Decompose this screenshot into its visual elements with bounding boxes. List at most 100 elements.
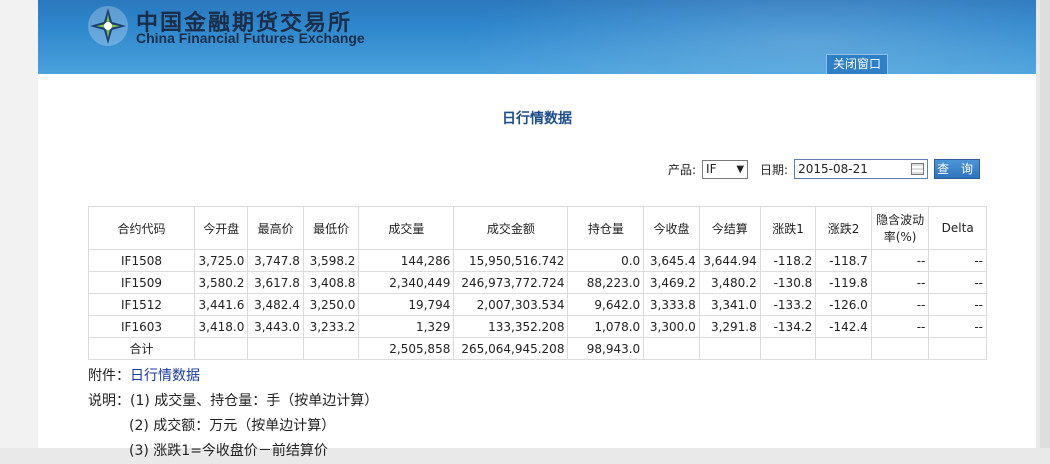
cell-delta: -- bbox=[928, 249, 987, 272]
cell-delta bbox=[928, 337, 987, 360]
cell-implied-vol: -- bbox=[870, 249, 930, 272]
cell-low: 3,598.2 bbox=[302, 249, 360, 272]
attachment-line: 附件：日行情数据 bbox=[88, 364, 378, 389]
cell-settle: 3,341.0 bbox=[698, 293, 761, 316]
cell-open-interest: 1,078.0 bbox=[567, 315, 645, 338]
cell-low: 3,408.8 bbox=[302, 271, 360, 294]
cell-implied-vol bbox=[870, 337, 930, 360]
attachment-link[interactable]: 日行情数据 bbox=[130, 368, 200, 384]
cell-turnover: 265,064,945.208 bbox=[453, 337, 569, 360]
calendar-icon[interactable] bbox=[911, 163, 925, 175]
cell-contract: IF1508 bbox=[87, 249, 196, 272]
cell-volume: 19,794 bbox=[358, 293, 455, 316]
note-line-1: 说明：(1) 成交量、持仓量：手（按单边计算） bbox=[88, 393, 379, 409]
cell-implied-vol: -- bbox=[870, 293, 930, 316]
cell-change1: -118.2 bbox=[759, 249, 817, 272]
table-total-row: 合计 2,505,858 265,064,945.208 98,943.0 bbox=[87, 337, 987, 360]
cell-change2: -126.0 bbox=[815, 293, 872, 316]
table-row: IF1508 3,725.0 3,747.8 3,598.2 144,286 1… bbox=[87, 249, 987, 272]
table-row: IF1512 3,441.6 3,482.4 3,250.0 19,794 2,… bbox=[87, 293, 987, 316]
product-select-value: IF bbox=[706, 162, 717, 176]
notes-section: 附件：日行情数据 说明：(1) 成交量、持仓量：手（按单边计算） (2) 成交额… bbox=[88, 364, 378, 464]
cell-change1: -130.8 bbox=[759, 271, 817, 294]
cell-open-interest: 9,642.0 bbox=[567, 293, 645, 316]
cell-delta: -- bbox=[928, 293, 987, 316]
cell-change2: -119.8 bbox=[815, 271, 872, 294]
col-header-low: 最低价 bbox=[302, 206, 360, 250]
cell-turnover: 2,007,303.534 bbox=[453, 293, 569, 316]
cell-contract: IF1512 bbox=[87, 293, 196, 316]
date-input-value: 2015-08-21 bbox=[798, 162, 868, 176]
cell-volume: 2,505,858 bbox=[358, 337, 455, 360]
cell-volume: 144,286 bbox=[358, 249, 455, 272]
cell-change2 bbox=[815, 337, 872, 360]
cell-turnover: 246,973,772.724 bbox=[453, 271, 569, 294]
cffex-logo-icon bbox=[88, 6, 128, 46]
date-label: 日期: bbox=[760, 162, 789, 177]
cell-change2: -118.7 bbox=[815, 249, 872, 272]
cell-volume: 1,329 bbox=[358, 315, 455, 338]
cell-contract: IF1509 bbox=[87, 271, 196, 294]
cell-high: 3,482.4 bbox=[247, 293, 304, 316]
cell-open bbox=[194, 337, 249, 360]
scrollbar-track[interactable] bbox=[1040, 0, 1050, 448]
cell-close: 3,645.4 bbox=[643, 249, 700, 272]
close-window-button[interactable]: 关闭窗口 bbox=[826, 54, 889, 74]
col-header-volume: 成交量 bbox=[358, 206, 455, 250]
product-select[interactable]: IF ▼ bbox=[702, 159, 749, 179]
cell-delta: -- bbox=[928, 271, 987, 294]
cell-settle bbox=[698, 337, 761, 360]
col-header-delta: Delta bbox=[928, 206, 987, 250]
filter-bar: 产品: IF ▼ 日期: 2015-08-21 查 询 bbox=[668, 158, 981, 180]
cell-contract: IF1603 bbox=[87, 315, 196, 338]
cell-total-label: 合计 bbox=[87, 337, 196, 360]
note-line-2: (2) 成交额：万元（按单边计算） bbox=[129, 418, 336, 434]
cell-open-interest: 0.0 bbox=[567, 249, 645, 272]
col-header-implied-vol: 隐含波动率(%) bbox=[870, 206, 930, 250]
query-button[interactable]: 查 询 bbox=[934, 159, 981, 179]
col-header-contract: 合约代码 bbox=[87, 206, 196, 250]
cell-change1: -133.2 bbox=[759, 293, 817, 316]
cell-close: 3,333.8 bbox=[643, 293, 700, 316]
cell-delta: -- bbox=[928, 315, 987, 338]
page-title: 日行情数据 bbox=[502, 111, 572, 127]
cell-change2: -142.4 bbox=[815, 315, 872, 338]
main-content: 日行情数据 产品: IF ▼ 日期: 2015-08-21 查 询 合约代码 今… bbox=[38, 74, 1036, 459]
cell-low: 3,233.2 bbox=[302, 315, 360, 338]
cell-high: 3,443.0 bbox=[247, 315, 304, 338]
cell-settle: 3,644.94 bbox=[698, 249, 761, 272]
cell-high bbox=[247, 337, 304, 360]
col-header-close: 今收盘 bbox=[643, 206, 700, 250]
table-row: IF1509 3,580.2 3,617.8 3,408.8 2,340,449… bbox=[87, 271, 987, 294]
cell-change1 bbox=[759, 337, 817, 360]
cell-open: 3,418.0 bbox=[194, 315, 249, 338]
brand-name-en: China Financial Futures Exchange bbox=[136, 30, 365, 46]
date-input[interactable]: 2015-08-21 bbox=[794, 159, 929, 179]
header-decoration bbox=[458, 0, 1036, 74]
cell-low bbox=[302, 337, 360, 360]
chevron-down-icon: ▼ bbox=[736, 163, 745, 175]
cell-turnover: 15,950,516.742 bbox=[453, 249, 569, 272]
cell-close: 3,300.0 bbox=[643, 315, 700, 338]
col-header-change1: 涨跌1 bbox=[759, 206, 817, 250]
attachment-label: 附件： bbox=[88, 368, 130, 384]
cell-open: 3,441.6 bbox=[194, 293, 249, 316]
cell-volume: 2,340,449 bbox=[358, 271, 455, 294]
col-header-turnover: 成交金额 bbox=[453, 206, 569, 250]
left-margin bbox=[0, 0, 38, 448]
col-header-high: 最高价 bbox=[247, 206, 304, 250]
cell-implied-vol: -- bbox=[870, 315, 930, 338]
col-header-open-interest: 持仓量 bbox=[567, 206, 645, 250]
cell-settle: 3,291.8 bbox=[698, 315, 761, 338]
cell-open-interest: 98,943.0 bbox=[567, 337, 645, 360]
cell-open: 3,725.0 bbox=[194, 249, 249, 272]
table-row: IF1603 3,418.0 3,443.0 3,233.2 1,329 133… bbox=[87, 315, 987, 338]
cell-settle: 3,480.2 bbox=[698, 271, 761, 294]
col-header-change2: 涨跌2 bbox=[815, 206, 872, 250]
col-header-settle: 今结算 bbox=[698, 206, 761, 250]
cell-implied-vol: -- bbox=[870, 271, 930, 294]
cell-close: 3,469.2 bbox=[643, 271, 700, 294]
cell-high: 3,617.8 bbox=[247, 271, 304, 294]
cell-low: 3,250.0 bbox=[302, 293, 360, 316]
note-line-3: (3) 涨跌1=今收盘价－前结算价 bbox=[129, 443, 328, 459]
